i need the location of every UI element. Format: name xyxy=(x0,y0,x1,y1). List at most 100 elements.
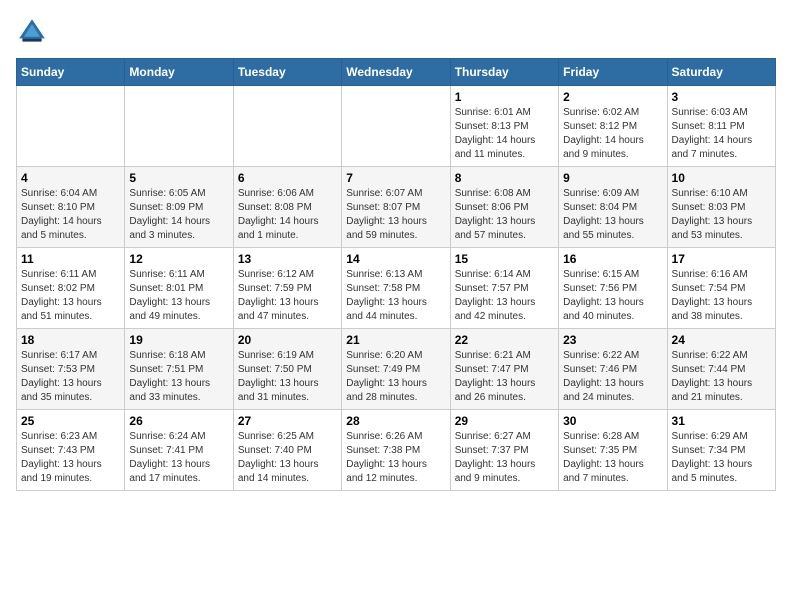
day-number: 8 xyxy=(455,171,554,185)
day-number: 17 xyxy=(672,252,771,266)
day-number: 9 xyxy=(563,171,662,185)
day-number: 5 xyxy=(129,171,228,185)
calendar-cell: 15Sunrise: 6:14 AMSunset: 7:57 PMDayligh… xyxy=(450,248,558,329)
calendar-cell: 13Sunrise: 6:12 AMSunset: 7:59 PMDayligh… xyxy=(233,248,341,329)
day-info: Sunrise: 6:05 AMSunset: 8:09 PMDaylight:… xyxy=(129,187,228,243)
header-tuesday: Tuesday xyxy=(233,59,341,86)
day-number: 24 xyxy=(672,333,771,347)
logo xyxy=(16,16,52,48)
day-number: 11 xyxy=(21,252,120,266)
day-info: Sunrise: 6:17 AMSunset: 7:53 PMDaylight:… xyxy=(21,349,120,405)
day-info: Sunrise: 6:01 AMSunset: 8:13 PMDaylight:… xyxy=(455,106,554,162)
calendar-header: SundayMondayTuesdayWednesdayThursdayFrid… xyxy=(17,59,776,86)
day-info: Sunrise: 6:26 AMSunset: 7:38 PMDaylight:… xyxy=(346,430,445,486)
header-wednesday: Wednesday xyxy=(342,59,450,86)
day-info: Sunrise: 6:10 AMSunset: 8:03 PMDaylight:… xyxy=(672,187,771,243)
calendar-cell: 18Sunrise: 6:17 AMSunset: 7:53 PMDayligh… xyxy=(17,329,125,410)
calendar-cell: 2 Sunrise: 6:02 AMSunset: 8:12 PMDaylight… xyxy=(559,86,667,167)
day-info: Sunrise: 6:22 AMSunset: 7:46 PMDaylight:… xyxy=(563,349,662,405)
day-info: Sunrise: 6:09 AMSunset: 8:04 PMDaylight:… xyxy=(563,187,662,243)
day-number: 20 xyxy=(238,333,337,347)
day-info: Sunrise: 6:28 AMSunset: 7:35 PMDaylight:… xyxy=(563,430,662,486)
day-number: 26 xyxy=(129,414,228,428)
day-number: 14 xyxy=(346,252,445,266)
day-info: Sunrise: 6:18 AMSunset: 7:51 PMDaylight:… xyxy=(129,349,228,405)
header-saturday: Saturday xyxy=(667,59,775,86)
day-number: 2 xyxy=(563,90,662,104)
day-info: Sunrise: 6:23 AMSunset: 7:43 PMDaylight:… xyxy=(21,430,120,486)
calendar-cell: 28 Sunrise: 6:26 AMSunset: 7:38 PMDayligh… xyxy=(342,410,450,491)
day-number: 7 xyxy=(346,171,445,185)
calendar-cell: 27 Sunrise: 6:25 AMSunset: 7:40 PMDayligh… xyxy=(233,410,341,491)
calendar-cell: 6 Sunrise: 6:06 AMSunset: 8:08 PMDaylight… xyxy=(233,167,341,248)
calendar-cell: 11 Sunrise: 6:11 AMSunset: 8:02 PMDayligh… xyxy=(17,248,125,329)
day-info: Sunrise: 6:13 AMSunset: 7:58 PMDaylight:… xyxy=(346,268,445,324)
calendar-cell: 26 Sunrise: 6:24 AMSunset: 7:41 PMDayligh… xyxy=(125,410,233,491)
calendar-cell xyxy=(342,86,450,167)
calendar-cell xyxy=(125,86,233,167)
header-monday: Monday xyxy=(125,59,233,86)
day-number: 19 xyxy=(129,333,228,347)
day-info: Sunrise: 6:27 AMSunset: 7:37 PMDaylight:… xyxy=(455,430,554,486)
day-number: 29 xyxy=(455,414,554,428)
day-info: Sunrise: 6:19 AMSunset: 7:50 PMDaylight:… xyxy=(238,349,337,405)
calendar-cell: 14 Sunrise: 6:13 AMSunset: 7:58 PMDayligh… xyxy=(342,248,450,329)
day-info: Sunrise: 6:25 AMSunset: 7:40 PMDaylight:… xyxy=(238,430,337,486)
day-info: Sunrise: 6:11 AMSunset: 8:01 PMDaylight:… xyxy=(129,268,228,324)
day-info: Sunrise: 6:06 AMSunset: 8:08 PMDaylight:… xyxy=(238,187,337,243)
day-number: 13 xyxy=(238,252,337,266)
calendar-cell: 29 Sunrise: 6:27 AMSunset: 7:37 PMDayligh… xyxy=(450,410,558,491)
day-info: Sunrise: 6:14 AMSunset: 7:57 PMDaylight:… xyxy=(455,268,554,324)
day-number: 28 xyxy=(346,414,445,428)
calendar-cell: 30 Sunrise: 6:28 AMSunset: 7:35 PMDayligh… xyxy=(559,410,667,491)
day-number: 22 xyxy=(455,333,554,347)
header-friday: Friday xyxy=(559,59,667,86)
week-row-4: 18Sunrise: 6:17 AMSunset: 7:53 PMDayligh… xyxy=(17,329,776,410)
day-info: Sunrise: 6:24 AMSunset: 7:41 PMDaylight:… xyxy=(129,430,228,486)
calendar-body: 1Sunrise: 6:01 AMSunset: 8:13 PMDaylight… xyxy=(17,86,776,491)
calendar-table: SundayMondayTuesdayWednesdayThursdayFrid… xyxy=(16,58,776,491)
calendar-cell: 9 Sunrise: 6:09 AMSunset: 8:04 PMDaylight… xyxy=(559,167,667,248)
logo-icon xyxy=(16,16,48,48)
calendar-cell: 16Sunrise: 6:15 AMSunset: 7:56 PMDayligh… xyxy=(559,248,667,329)
day-info: Sunrise: 6:21 AMSunset: 7:47 PMDaylight:… xyxy=(455,349,554,405)
calendar-cell: 24 Sunrise: 6:22 AMSunset: 7:44 PMDayligh… xyxy=(667,329,775,410)
day-info: Sunrise: 6:16 AMSunset: 7:54 PMDaylight:… xyxy=(672,268,771,324)
day-info: Sunrise: 6:22 AMSunset: 7:44 PMDaylight:… xyxy=(672,349,771,405)
week-row-2: 4 Sunrise: 6:04 AMSunset: 8:10 PMDaylight… xyxy=(17,167,776,248)
day-number: 31 xyxy=(672,414,771,428)
calendar-cell xyxy=(233,86,341,167)
header-sunday: Sunday xyxy=(17,59,125,86)
day-number: 25 xyxy=(21,414,120,428)
calendar-cell: 31Sunrise: 6:29 AMSunset: 7:34 PMDayligh… xyxy=(667,410,775,491)
day-number: 30 xyxy=(563,414,662,428)
calendar-cell: 1Sunrise: 6:01 AMSunset: 8:13 PMDaylight… xyxy=(450,86,558,167)
header-thursday: Thursday xyxy=(450,59,558,86)
day-info: Sunrise: 6:04 AMSunset: 8:10 PMDaylight:… xyxy=(21,187,120,243)
calendar-cell: 22 Sunrise: 6:21 AMSunset: 7:47 PMDayligh… xyxy=(450,329,558,410)
calendar-cell: 7Sunrise: 6:07 AMSunset: 8:07 PMDaylight… xyxy=(342,167,450,248)
day-number: 10 xyxy=(672,171,771,185)
calendar-cell: 10 Sunrise: 6:10 AMSunset: 8:03 PMDayligh… xyxy=(667,167,775,248)
day-info: Sunrise: 6:08 AMSunset: 8:06 PMDaylight:… xyxy=(455,187,554,243)
day-number: 27 xyxy=(238,414,337,428)
week-row-1: 1Sunrise: 6:01 AMSunset: 8:13 PMDaylight… xyxy=(17,86,776,167)
day-info: Sunrise: 6:15 AMSunset: 7:56 PMDaylight:… xyxy=(563,268,662,324)
calendar-cell: 20 Sunrise: 6:19 AMSunset: 7:50 PMDayligh… xyxy=(233,329,341,410)
day-number: 21 xyxy=(346,333,445,347)
header-row: SundayMondayTuesdayWednesdayThursdayFrid… xyxy=(17,59,776,86)
page-header xyxy=(16,16,776,48)
day-info: Sunrise: 6:11 AMSunset: 8:02 PMDaylight:… xyxy=(21,268,120,324)
calendar-cell: 23 Sunrise: 6:22 AMSunset: 7:46 PMDayligh… xyxy=(559,329,667,410)
day-info: Sunrise: 6:20 AMSunset: 7:49 PMDaylight:… xyxy=(346,349,445,405)
calendar-cell: 8 Sunrise: 6:08 AMSunset: 8:06 PMDaylight… xyxy=(450,167,558,248)
calendar-cell: 3Sunrise: 6:03 AMSunset: 8:11 PMDaylight… xyxy=(667,86,775,167)
day-number: 4 xyxy=(21,171,120,185)
calendar-cell: 12 Sunrise: 6:11 AMSunset: 8:01 PMDayligh… xyxy=(125,248,233,329)
day-info: Sunrise: 6:02 AMSunset: 8:12 PMDaylight:… xyxy=(563,106,662,162)
day-number: 6 xyxy=(238,171,337,185)
week-row-5: 25 Sunrise: 6:23 AMSunset: 7:43 PMDayligh… xyxy=(17,410,776,491)
day-number: 23 xyxy=(563,333,662,347)
day-number: 12 xyxy=(129,252,228,266)
calendar-cell: 4 Sunrise: 6:04 AMSunset: 8:10 PMDaylight… xyxy=(17,167,125,248)
